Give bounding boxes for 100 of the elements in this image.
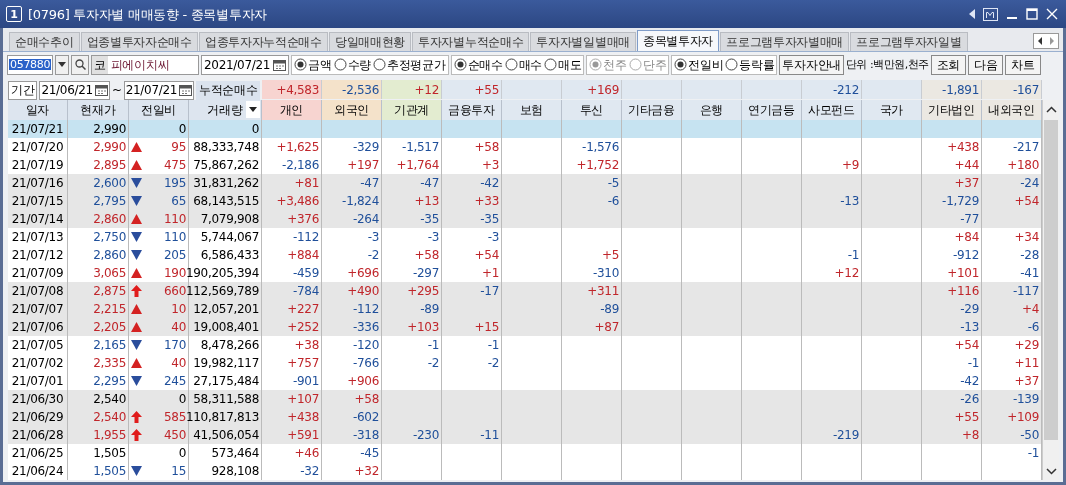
table-row[interactable]: 21/07/19 2,895 475 75,867,262 -2,186 +197 +1,764 +3 +1,752 +9 +44 +180 xyxy=(8,156,1042,174)
table-cell: -13 xyxy=(960,321,979,333)
table-cell: -1 xyxy=(1027,447,1039,459)
tab[interactable]: 프로그램투자자일별 xyxy=(850,32,968,51)
table-row[interactable]: 21/07/09 3,065 190190,205,394 -459 +696 -297 +1 -310 +12 +101 -41 xyxy=(8,264,1042,282)
tab[interactable]: 종목별투자자 xyxy=(636,30,720,51)
table-cell: -602 xyxy=(352,411,379,423)
radio-label: 금액 xyxy=(308,58,332,71)
table-row[interactable]: 21/07/16 2,600 195 31,831,262 +81 -47 -47 -42 -5 +37 -24 xyxy=(8,174,1042,192)
table-cell: +12 xyxy=(834,267,859,279)
table-cell: +37 xyxy=(954,177,979,189)
table-row[interactable]: 21/07/08 2,875 660112,569,789 -784 +490 +295 -17 +311 +116 -117 xyxy=(8,282,1042,300)
table-cell: 245 xyxy=(164,375,186,387)
column-header: 내외국인 xyxy=(982,100,1042,120)
table-row[interactable]: 21/06/28 1,955 450 41,506,054 +591 -318 -230 -11 -219 +8 -50 xyxy=(8,426,1042,444)
table-cell: +46 xyxy=(294,447,319,459)
action-button[interactable]: 조회 xyxy=(930,54,967,75)
table-cell: -1 xyxy=(967,357,979,369)
table-cell: -1 xyxy=(427,339,439,351)
collapse-left-icon[interactable] xyxy=(969,9,975,19)
column-header: 금융투자 xyxy=(442,100,502,120)
stock-code-field[interactable]: 057880 xyxy=(7,54,53,75)
table-cell: +109 xyxy=(1007,411,1039,423)
table-row[interactable]: 21/07/15 2,795 65 68,143,515 +3,486 -1,824 +13 +33 -6 -13 -1,729 +54 xyxy=(8,192,1042,210)
radio-button[interactable] xyxy=(725,58,739,71)
search-button[interactable] xyxy=(71,54,89,75)
calendar-icon[interactable] xyxy=(273,58,287,71)
table-row[interactable]: 21/07/05 2,165 170 8,478,266 +38 -120 -1 -1 +54 +29 xyxy=(8,336,1042,354)
radio-button[interactable] xyxy=(544,58,557,71)
m-box-icon[interactable] xyxy=(983,7,998,21)
table-cell: +1,764 xyxy=(396,159,439,171)
column-header: 거래량 xyxy=(189,100,262,120)
period-end-field[interactable]: 21/07/21 xyxy=(123,80,195,100)
table-cell: -1 xyxy=(487,339,499,351)
table-row[interactable]: 21/06/25 1,505 0 573,464 +46 -45 -1 xyxy=(8,444,1042,462)
radio-button[interactable] xyxy=(294,58,308,71)
sort-dropdown-button[interactable] xyxy=(246,101,260,118)
table-cell: -1,576 xyxy=(582,141,619,153)
table-cell: -2,186 xyxy=(282,159,319,171)
table-row[interactable]: 21/07/01 2,295 245 27,175,484 -901 +906 -42 +37 xyxy=(8,372,1042,390)
table-row[interactable]: 21/06/29 2,540 585110,817,813 +438 -602 +55 +109 xyxy=(8,408,1042,426)
table-row[interactable]: 21/07/21 2,990 0 0 xyxy=(8,120,1042,138)
table-cell: +1 xyxy=(481,267,499,279)
summary-cell: +4,583 xyxy=(262,80,322,99)
tab[interactable]: 투자자별누적순매수 xyxy=(412,32,530,51)
column-header: 사모펀드 xyxy=(802,100,862,120)
tab[interactable]: 당일매매현황 xyxy=(328,32,412,51)
table-cell: +84 xyxy=(954,231,979,243)
tab[interactable]: 업종별투자자순매수 xyxy=(80,32,198,51)
table-row[interactable]: 21/07/13 2,750 110 5,744,067 -112 -3 -3 -3 +84 +34 xyxy=(8,228,1042,246)
scrollbar[interactable] xyxy=(1042,100,1059,480)
table-row[interactable]: 21/07/02 2,335 40 19,982,117 +757 -766 -2 -2 -1 +11 xyxy=(8,354,1042,372)
table-cell: +197 xyxy=(347,159,379,171)
table-cell: +438 xyxy=(947,141,979,153)
radio-button[interactable] xyxy=(373,58,386,71)
column-header: 보험 xyxy=(502,100,562,120)
table-cell: 170 xyxy=(164,339,186,351)
tab[interactable]: 투자자별일별매매 xyxy=(530,32,636,51)
tab[interactable]: 프로그램투자자별매매 xyxy=(720,32,850,51)
maximize-icon[interactable] xyxy=(1026,8,1038,20)
summary-cell: -212 xyxy=(802,80,862,99)
table-cell: -17 xyxy=(480,285,499,297)
close-icon[interactable] xyxy=(1046,8,1058,20)
table-cell: -89 xyxy=(420,303,439,315)
table-row[interactable]: 21/07/06 2,205 40 19,008,401 +252 -336 +103 +15 +87 -13 -6 xyxy=(8,318,1042,336)
table-cell: +591 xyxy=(287,429,319,441)
table-row[interactable]: 21/06/24 1,505 15 928,108 -32 +32 xyxy=(8,462,1042,480)
action-button[interactable]: 차트 xyxy=(1005,54,1041,75)
guide-button[interactable]: 투자자안내 xyxy=(779,54,844,75)
table-cell: 15 xyxy=(171,465,186,477)
table-cell: -50 xyxy=(1020,429,1039,441)
action-button[interactable]: 다음 xyxy=(968,54,1004,75)
radio-button[interactable] xyxy=(674,58,688,71)
table-row[interactable]: 21/07/20 2,990 95 88,333,748 +1,625 -329 -1,517 +58 -1,576 +438 -217 xyxy=(8,138,1042,156)
scroll-thumb[interactable] xyxy=(1044,120,1058,440)
table-cell: +54 xyxy=(954,339,979,351)
table-cell: -35 xyxy=(420,213,439,225)
table-cell: -42 xyxy=(480,177,499,189)
calendar-icon[interactable] xyxy=(179,84,193,96)
tab[interactable]: 업종투자자누적순매수 xyxy=(198,32,328,51)
table-row[interactable]: 21/06/30 2,540 0 58,311,588 +107 +58 -26 -139 xyxy=(8,390,1042,408)
table-row[interactable]: 21/07/07 2,215 10 12,057,201 +227 -112 -89 -89 -29 +4 xyxy=(8,300,1042,318)
table-cell: -24 xyxy=(1020,177,1039,189)
table-cell: -784 xyxy=(292,285,319,297)
table-cell: +295 xyxy=(407,285,439,297)
dropdown-button[interactable] xyxy=(55,54,69,75)
date-field[interactable]: 2021/07/21 xyxy=(201,54,290,75)
table-cell: +696 xyxy=(347,267,379,279)
table-row[interactable]: 21/07/14 2,860 110 7,079,908 +376 -264 -35 -35 -77 xyxy=(8,210,1042,228)
table-cell: +5 xyxy=(601,249,619,261)
tab[interactable]: 순매수추이 xyxy=(9,32,80,51)
table-cell: -13 xyxy=(840,195,859,207)
period-start-field[interactable]: 21/06/21 xyxy=(39,80,110,100)
radio-button[interactable] xyxy=(453,58,467,71)
table-row[interactable]: 21/07/12 2,860 205 6,586,433 +884 -2 +58 +54 +5 -1 -912 -28 xyxy=(8,246,1042,264)
radio-label: 등락률 xyxy=(739,58,775,71)
radio-button[interactable] xyxy=(333,58,347,71)
table-cell: +8 xyxy=(961,429,979,441)
calendar-icon[interactable] xyxy=(94,84,108,96)
radio-button[interactable] xyxy=(504,58,518,71)
